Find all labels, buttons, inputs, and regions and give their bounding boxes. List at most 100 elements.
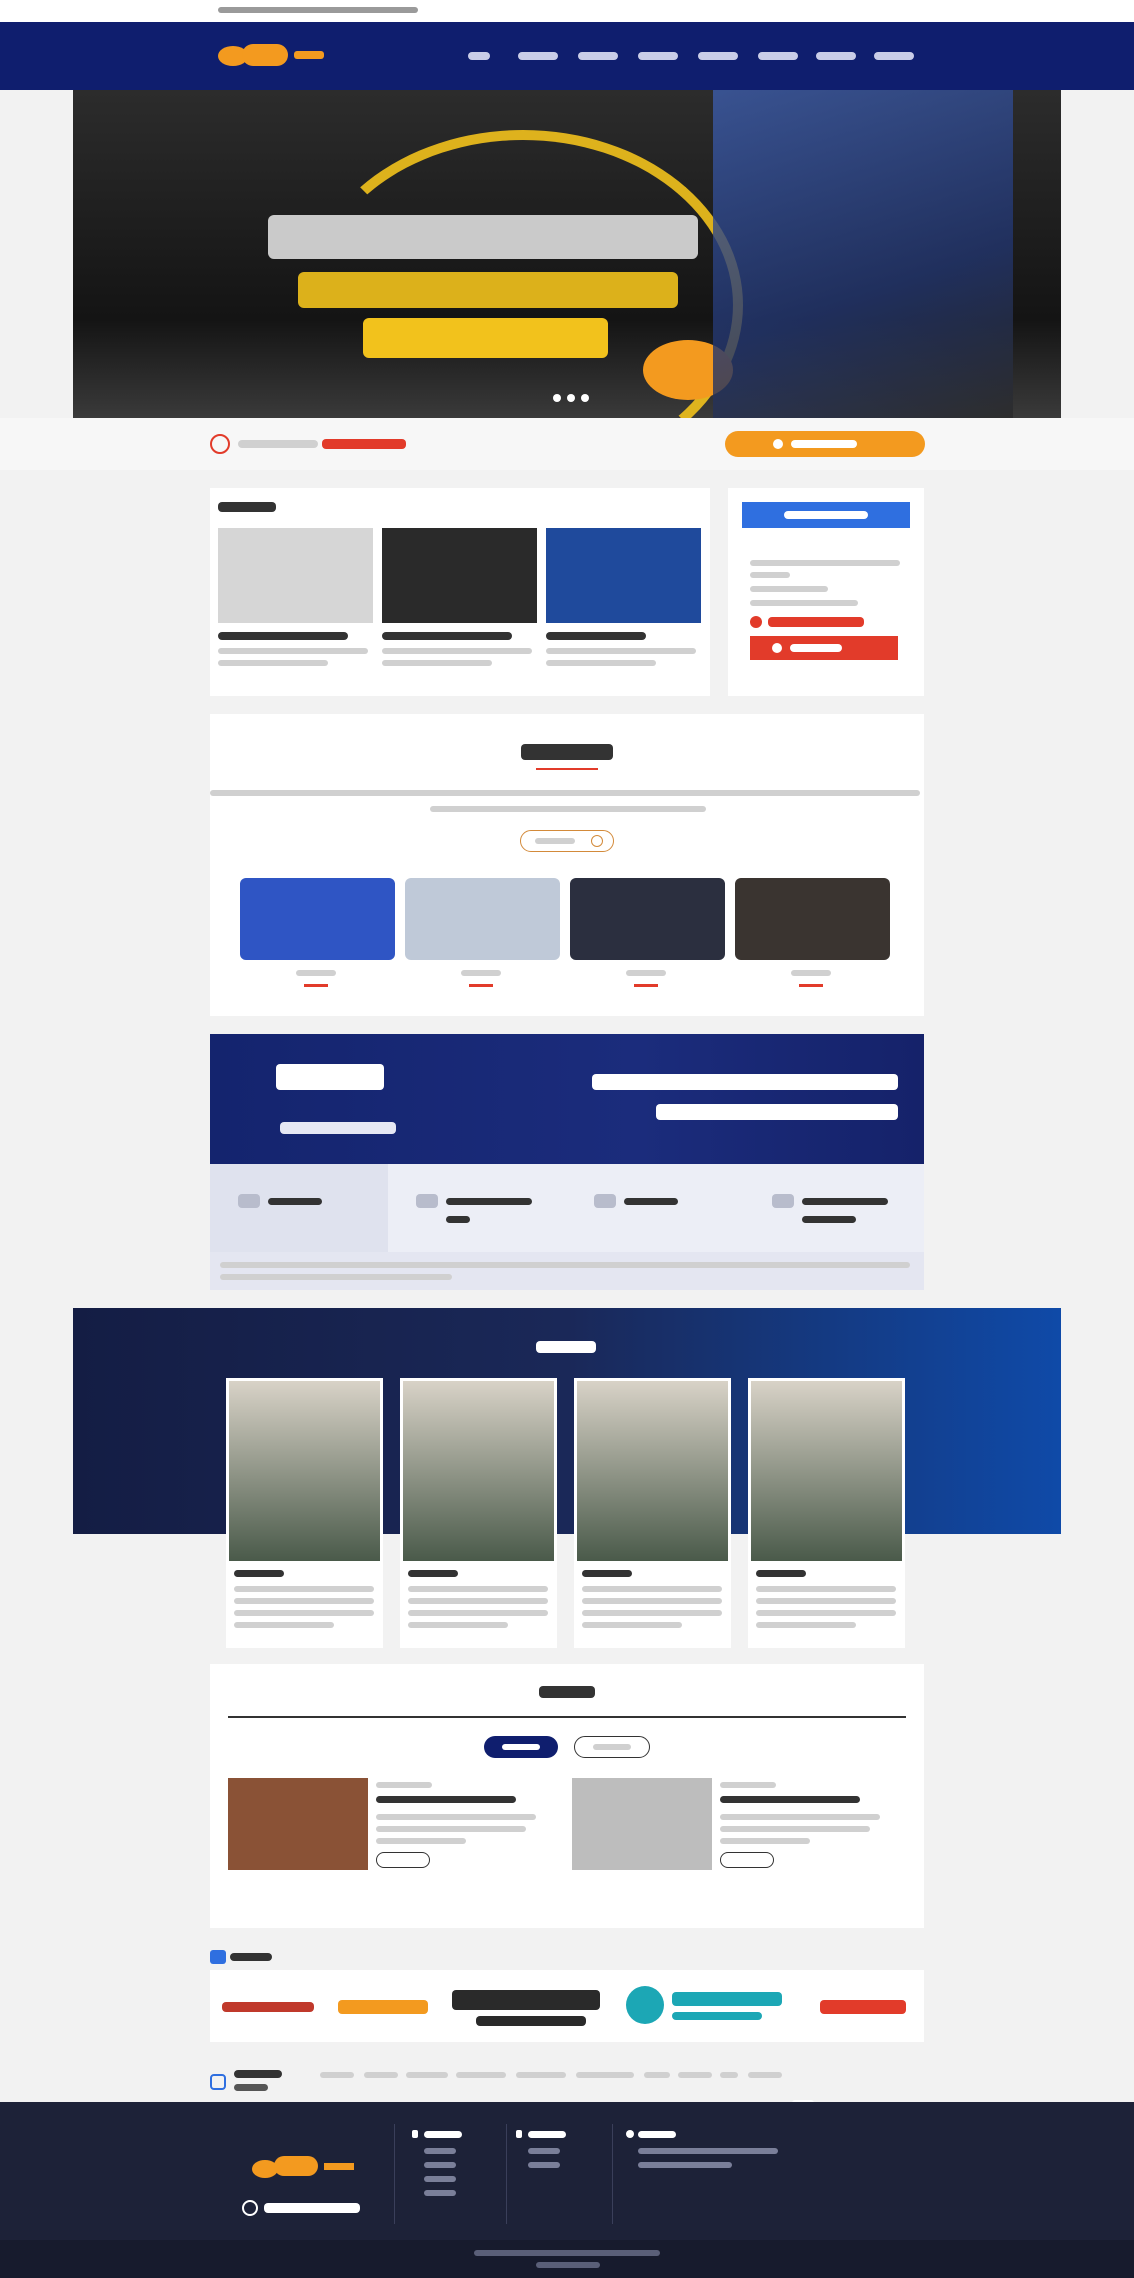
- course-card-3[interactable]: [546, 528, 701, 688]
- course-title: [382, 632, 512, 640]
- friendly-link[interactable]: [456, 2072, 506, 2078]
- nav-item-courses[interactable]: [578, 52, 618, 60]
- about-card-2[interactable]: [405, 878, 560, 988]
- partner-logo-3[interactable]: [446, 1976, 606, 2036]
- about-card-3[interactable]: [570, 878, 725, 988]
- copyright: [474, 2250, 660, 2256]
- nav: [460, 22, 920, 90]
- news-item-2[interactable]: [572, 1778, 902, 1878]
- news-tab-industry[interactable]: [574, 1736, 650, 1758]
- nav-item-students[interactable]: [638, 52, 678, 60]
- student-desc: [582, 1622, 682, 1628]
- hero-dot-2[interactable]: [567, 394, 575, 402]
- footer-col-title: [638, 2131, 676, 2138]
- links-icon: [210, 2074, 226, 2090]
- student-card-3[interactable]: [574, 1378, 731, 1648]
- about-card-image: [240, 878, 395, 960]
- course-card-1[interactable]: [218, 528, 373, 688]
- student-desc: [234, 1598, 374, 1604]
- footer-col-link[interactable]: [528, 2162, 560, 2168]
- schedule-title-text: [784, 511, 868, 519]
- logo[interactable]: [218, 42, 324, 70]
- footer-col-link[interactable]: [424, 2176, 456, 2182]
- nav-item-honors[interactable]: [758, 52, 798, 60]
- footer-col-title: [528, 2131, 566, 2138]
- news-item-1[interactable]: [228, 1778, 558, 1878]
- trial-button-label: [790, 644, 842, 652]
- nav-item-contact[interactable]: [874, 52, 914, 60]
- partners-strip: [210, 1970, 924, 2042]
- student-desc: [582, 1610, 722, 1616]
- friendly-link[interactable]: [516, 2072, 566, 2078]
- friendly-link[interactable]: [644, 2072, 670, 2078]
- about-card-label: [296, 970, 336, 976]
- news-date: [720, 1782, 776, 1788]
- nav-item-about[interactable]: [518, 52, 558, 60]
- friendly-link[interactable]: [406, 2072, 448, 2078]
- footer-col-contact: [624, 2130, 794, 2230]
- partner-logo-4[interactable]: [620, 1976, 790, 2036]
- phone-number: [322, 439, 406, 449]
- partners-title: [230, 1953, 272, 1961]
- footer-col-link[interactable]: [424, 2148, 456, 2154]
- friendly-link[interactable]: [320, 2072, 354, 2078]
- news-more-button[interactable]: [376, 1852, 430, 1868]
- course-image: [546, 528, 701, 623]
- partner-logo-1[interactable]: [218, 1980, 318, 2032]
- about-card-4[interactable]: [735, 878, 890, 988]
- friendly-link[interactable]: [678, 2072, 712, 2078]
- friendly-link[interactable]: [720, 2072, 738, 2078]
- student-desc: [408, 1622, 508, 1628]
- friendly-link[interactable]: [576, 2072, 634, 2078]
- news-more-button[interactable]: [720, 1852, 774, 1868]
- about-card-image: [570, 878, 725, 960]
- course-card-2[interactable]: [382, 528, 537, 688]
- course-center-title: [218, 502, 276, 512]
- footer-col-link[interactable]: [424, 2162, 456, 2168]
- student-photo: [229, 1381, 380, 1561]
- about-more-button[interactable]: [520, 830, 614, 852]
- about-card-1[interactable]: [240, 878, 395, 988]
- hero-pager: [553, 394, 593, 402]
- nav-item-news[interactable]: [698, 52, 738, 60]
- why-tab-2[interactable]: [388, 1164, 566, 1252]
- why-slogan: [592, 1074, 898, 1090]
- why-tab-1[interactable]: [210, 1164, 388, 1252]
- hero-dot-1[interactable]: [553, 394, 561, 402]
- friendly-link[interactable]: [364, 2072, 398, 2078]
- footer-col-link[interactable]: [424, 2190, 456, 2196]
- why-tab-label: [446, 1198, 532, 1205]
- schedule-time: [750, 600, 858, 606]
- news-image: [228, 1778, 368, 1870]
- trial-button[interactable]: [750, 636, 898, 660]
- hero-banner[interactable]: [73, 90, 1061, 418]
- nav-item-trial[interactable]: [816, 52, 856, 60]
- course-title: [218, 632, 348, 640]
- news-section: [210, 1664, 924, 1928]
- about-section: [210, 714, 924, 1016]
- nav-item-home[interactable]: [468, 52, 490, 60]
- footer-col-courses: [514, 2130, 594, 2230]
- student-card-4[interactable]: [748, 1378, 905, 1648]
- news-summary: [720, 1814, 880, 1820]
- news-tab-company[interactable]: [484, 1736, 558, 1758]
- footer-phone-icon: [242, 2200, 258, 2216]
- partner-logo-2[interactable]: [332, 1980, 432, 2032]
- why-tab-3[interactable]: [566, 1164, 744, 1252]
- student-card-2[interactable]: [400, 1378, 557, 1648]
- why-tab-number: [594, 1194, 616, 1208]
- why-tab-4[interactable]: [744, 1164, 924, 1252]
- partner-logo-5[interactable]: [804, 1980, 916, 2032]
- student-desc: [234, 1622, 334, 1628]
- friendly-link[interactable]: [748, 2072, 782, 2078]
- news-summary: [376, 1826, 526, 1832]
- why-tab-number: [416, 1194, 438, 1208]
- hero-dot-3[interactable]: [581, 394, 589, 402]
- news-summary: [720, 1838, 810, 1844]
- consult-button[interactable]: [725, 431, 925, 457]
- hero-headline: [268, 215, 698, 259]
- footer-col-icon: [626, 2130, 634, 2138]
- student-card-1[interactable]: [226, 1378, 383, 1648]
- footer-col-link[interactable]: [528, 2148, 560, 2154]
- footer-col-icon: [516, 2130, 522, 2138]
